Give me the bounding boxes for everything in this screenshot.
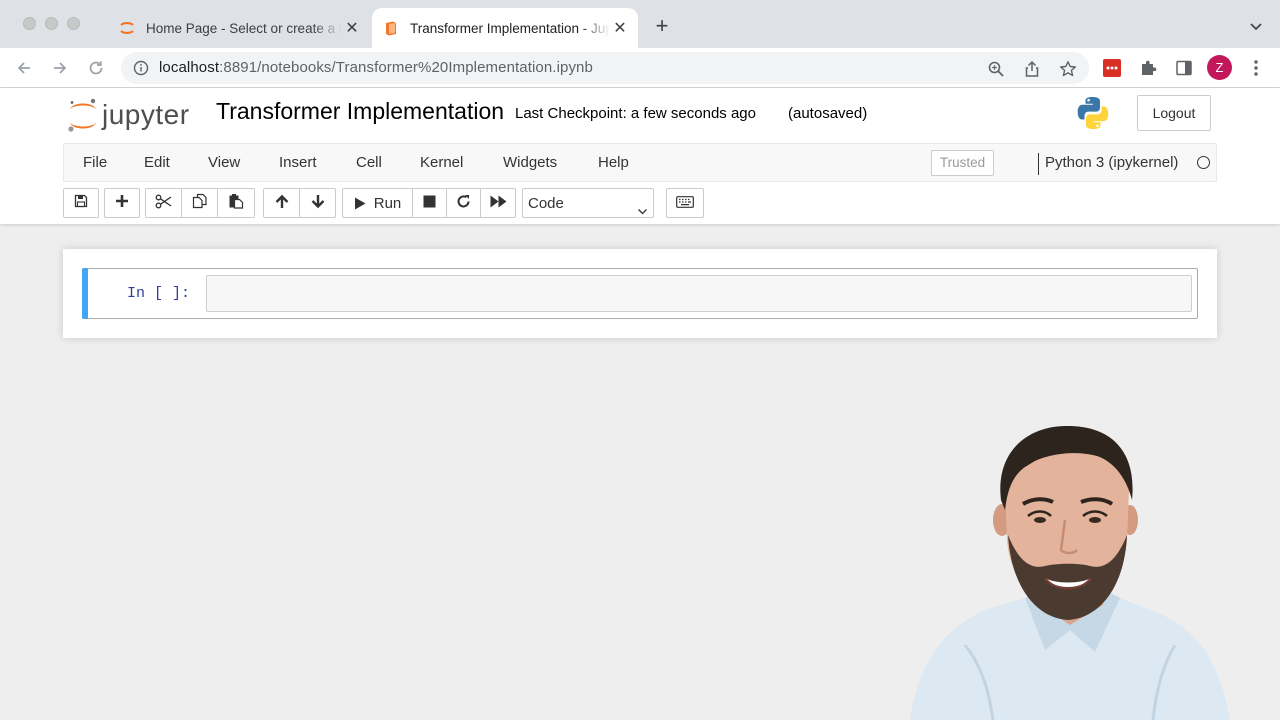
browser-menu-icon[interactable] xyxy=(1248,58,1264,78)
selected-cell-indicator xyxy=(82,268,88,319)
kernel-idle-indicator-icon xyxy=(1197,156,1210,169)
presenter-webcam-overlay xyxy=(905,420,1240,720)
restart-run-all-button[interactable] xyxy=(480,188,516,218)
copy-button[interactable] xyxy=(181,188,218,218)
extension-red-icon[interactable] xyxy=(1102,58,1122,78)
paste-button[interactable] xyxy=(217,188,255,218)
interrupt-kernel-button[interactable] xyxy=(412,188,447,218)
copy-icon xyxy=(192,193,208,213)
browser-tab-bar: Home Page - Select or create a notebook … xyxy=(0,0,1280,48)
logout-button[interactable]: Logout xyxy=(1137,95,1211,131)
autosave-status: (autosaved) xyxy=(788,105,868,122)
back-arrow-icon[interactable] xyxy=(12,56,36,80)
save-button[interactable] xyxy=(63,188,99,218)
restart-kernel-button[interactable] xyxy=(446,188,481,218)
forward-arrow-icon[interactable] xyxy=(48,56,72,80)
jupyter-favicon-icon xyxy=(118,19,136,37)
checkpoint-status: Last Checkpoint: a few seconds ago xyxy=(515,105,756,122)
chevron-down-icon xyxy=(637,198,648,215)
code-cell[interactable]: In [ ]: xyxy=(82,268,1198,319)
arrow-up-icon xyxy=(275,194,289,213)
bookmark-star-icon[interactable] xyxy=(1059,60,1077,78)
tab-title: Home Page - Select or create a notebook xyxy=(146,20,342,36)
menu-edit[interactable]: Edit xyxy=(144,154,170,171)
jupyter-logo[interactable]: jupyter xyxy=(66,96,201,132)
menu-help[interactable]: Help xyxy=(598,154,629,171)
scissors-icon xyxy=(155,194,172,213)
jupyter-wordmark: jupyter xyxy=(102,99,190,130)
tab-search-chevron-icon[interactable] xyxy=(1246,16,1266,36)
zoom-icon[interactable] xyxy=(987,60,1005,78)
save-icon xyxy=(74,194,88,212)
cut-button[interactable] xyxy=(145,188,182,218)
move-up-button[interactable] xyxy=(263,188,300,218)
kernel-name[interactable]: Python 3 (ipykernel) xyxy=(1045,154,1178,171)
browser-tab-notebook[interactable]: Transformer Implementation - Jupyter Not… xyxy=(372,8,638,48)
window-minimize-button[interactable] xyxy=(45,17,58,30)
insert-cell-button[interactable] xyxy=(104,188,140,218)
browser-tab-home[interactable]: Home Page - Select or create a notebook … xyxy=(108,8,370,48)
address-bar[interactable]: localhost:8891/notebooks/Transformer%20I… xyxy=(121,52,1089,84)
trusted-indicator[interactable]: Trusted xyxy=(931,150,994,176)
tab-close-icon[interactable]: ✕ xyxy=(610,18,630,38)
notebook-name[interactable]: Transformer Implementation xyxy=(216,98,504,125)
jupyter-header: jupyter Transformer Implementation Last … xyxy=(0,88,1280,224)
tab-title: Transformer Implementation - Jupyter Not… xyxy=(410,20,610,36)
python-logo-icon xyxy=(1075,95,1111,131)
run-button[interactable]: Run xyxy=(342,188,413,218)
code-editor[interactable] xyxy=(206,275,1192,312)
url-text: localhost:8891/notebooks/Transformer%20I… xyxy=(159,59,593,76)
site-info-icon[interactable] xyxy=(133,60,149,76)
tab-close-icon[interactable]: ✕ xyxy=(342,18,362,38)
fast-forward-icon xyxy=(490,195,507,212)
keyboard-icon xyxy=(676,195,694,212)
share-icon[interactable] xyxy=(1023,60,1041,78)
input-prompt: In [ ]: xyxy=(127,285,191,302)
kernel-divider xyxy=(1038,153,1039,175)
menu-file[interactable]: File xyxy=(83,154,107,171)
reload-icon[interactable] xyxy=(84,56,108,80)
profile-avatar[interactable]: Z xyxy=(1207,55,1232,80)
restart-icon xyxy=(456,194,471,213)
menu-cell[interactable]: Cell xyxy=(356,154,382,171)
menu-widgets[interactable]: Widgets xyxy=(503,154,557,171)
plus-icon xyxy=(115,194,129,212)
arrow-down-icon xyxy=(311,194,325,213)
menu-view[interactable]: View xyxy=(208,154,240,171)
window-close-button[interactable] xyxy=(23,17,36,30)
side-panel-icon[interactable] xyxy=(1174,58,1194,78)
command-palette-button[interactable] xyxy=(666,188,704,218)
window-zoom-button[interactable] xyxy=(67,17,80,30)
run-button-label: Run xyxy=(373,194,402,212)
cell-type-value: Code xyxy=(528,195,564,212)
move-down-button[interactable] xyxy=(299,188,336,218)
paste-icon xyxy=(228,193,244,213)
menu-kernel[interactable]: Kernel xyxy=(420,154,463,171)
notebook-toolbar: Run Code xyxy=(63,188,1217,219)
browser-toolbar: localhost:8891/notebooks/Transformer%20I… xyxy=(0,48,1280,88)
play-icon xyxy=(354,197,366,210)
extensions-puzzle-icon[interactable] xyxy=(1138,58,1158,78)
menu-insert[interactable]: Insert xyxy=(279,154,317,171)
stop-icon xyxy=(423,195,436,212)
new-tab-button[interactable]: + xyxy=(650,14,674,38)
notebook-favicon-icon xyxy=(382,19,400,37)
cell-type-select[interactable]: Code xyxy=(522,188,654,218)
notebook-menubar: File Edit View Insert Cell Kernel Widget… xyxy=(63,143,1217,182)
notebook-container: In [ ]: xyxy=(63,249,1217,338)
